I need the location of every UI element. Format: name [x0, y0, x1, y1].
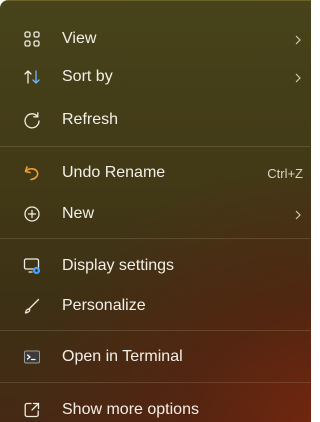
chevron-right-icon: [293, 208, 303, 220]
menu-separator: [0, 238, 311, 239]
context-menu: View Sort by Refresh Undo Rename Ctrl+Z …: [0, 0, 311, 422]
refresh-icon: [23, 111, 41, 129]
menu-item-refresh[interactable]: Refresh: [8, 102, 311, 138]
menu-item-label: View: [62, 30, 97, 47]
keyboard-shortcut: Ctrl+Z: [267, 165, 303, 181]
menu-item-open-in-terminal[interactable]: Open in Terminal: [8, 339, 311, 375]
chevron-right-icon: [293, 71, 303, 83]
menu-item-undo-rename[interactable]: Undo Rename Ctrl+Z: [8, 155, 311, 191]
menu-item-label: Refresh: [62, 111, 119, 128]
display-settings-icon: [23, 257, 41, 275]
menu-item-new[interactable]: New: [8, 196, 311, 232]
undo-icon: [23, 164, 41, 182]
menu-item-view[interactable]: View: [8, 21, 311, 57]
menu-separator: [0, 146, 311, 147]
menu-item-label: Display settings: [62, 257, 175, 274]
brush-icon: [23, 297, 41, 315]
menu-item-sort-by[interactable]: Sort by: [8, 59, 311, 95]
menu-item-label: Open in Terminal: [62, 348, 183, 365]
menu-item-show-more-options[interactable]: Show more options: [8, 392, 311, 422]
menu-item-label: Personalize: [62, 297, 146, 314]
menu-item-personalize[interactable]: Personalize: [8, 288, 311, 324]
plus-circle-icon: [23, 205, 41, 223]
terminal-icon: [23, 348, 41, 366]
sort-arrows-icon: [23, 68, 41, 86]
menu-separator: [0, 330, 311, 331]
chevron-right-icon: [293, 33, 303, 45]
menu-item-label: Undo Rename: [62, 164, 166, 181]
share-icon: [23, 401, 41, 419]
grid-icon: [23, 30, 41, 48]
menu-item-label: New: [62, 205, 95, 222]
menu-item-label: Show more options: [62, 401, 199, 418]
menu-item-display-settings[interactable]: Display settings: [8, 248, 311, 284]
menu-separator: [0, 382, 311, 383]
menu-item-label: Sort by: [62, 68, 113, 85]
